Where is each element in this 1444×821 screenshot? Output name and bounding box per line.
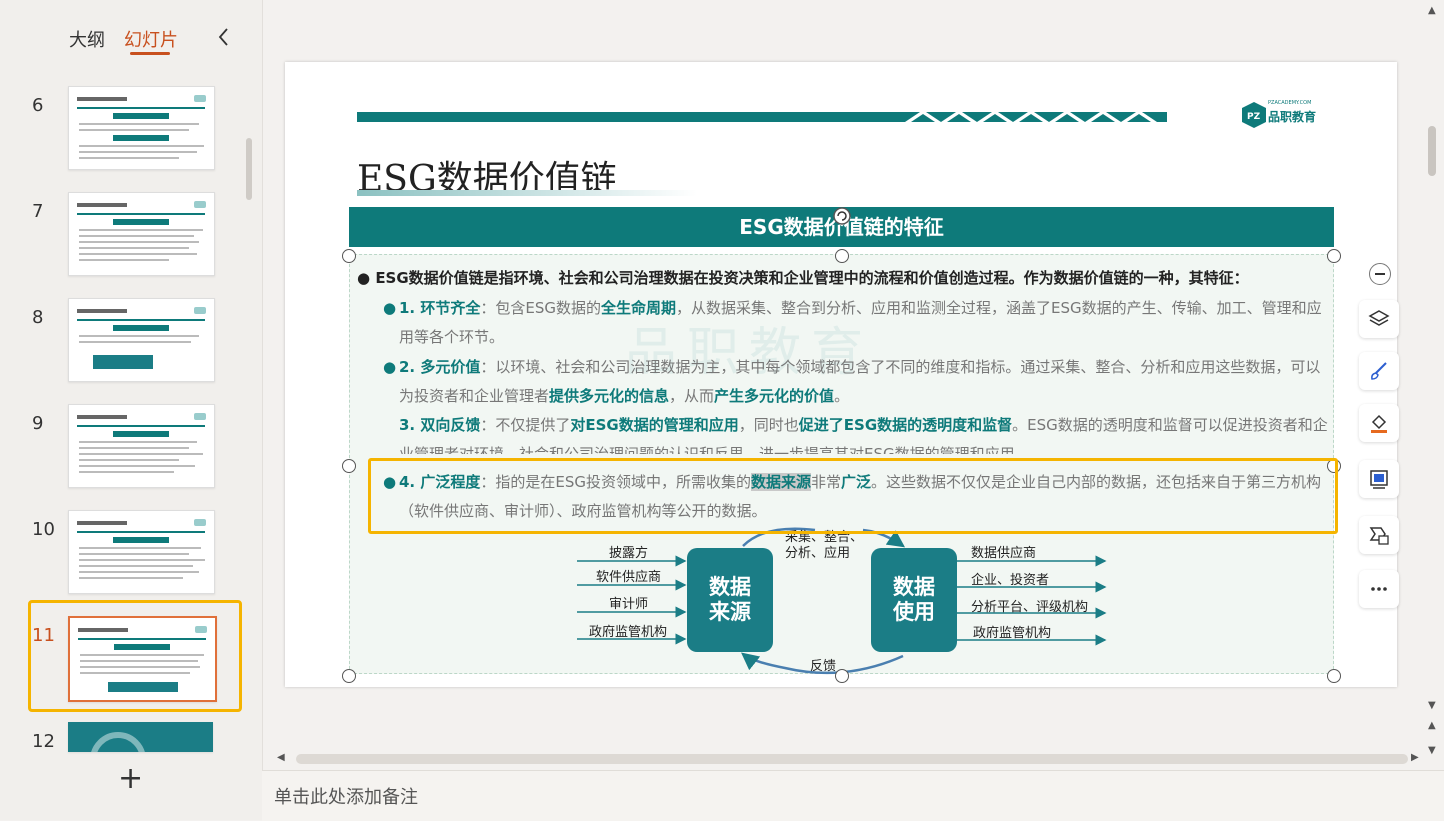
collapse-panel-button[interactable] [214,26,234,48]
slide-thumbnail-7[interactable] [68,192,215,276]
use-label: 政府监管机构 [973,626,1052,641]
next-slide-icon[interactable]: ▼ [1428,745,1436,756]
data-use-box: 数据使用 [871,548,957,652]
fill-color-button[interactable] [1359,404,1399,442]
slide-number: 6 [32,95,44,116]
slide-layout-button[interactable] [1359,460,1399,498]
arc-label-process: 采集、整合、 分析、应用 [785,530,863,562]
notes-pane[interactable]: 单击此处添加备注 [262,770,1444,821]
slide-thumbnail-9[interactable] [68,404,215,488]
notes-placeholder[interactable]: 单击此处添加备注 [274,783,418,809]
resize-handle[interactable] [342,249,356,263]
panel-scrollbar[interactable] [246,138,252,200]
format-brush-button[interactable] [1359,352,1399,390]
monitor-icon [1370,470,1388,489]
layers-button[interactable] [1359,300,1399,338]
slide-thumbnail-8[interactable] [68,298,215,382]
data-source-box: 数据来源 [687,548,773,652]
box-label: 数据使用 [893,575,935,624]
data-flow-diagram [577,527,1107,675]
tab-outline[interactable]: 大纲 [69,26,105,52]
prev-slide-icon[interactable]: ▲ [1428,720,1436,731]
resize-handle[interactable] [835,669,849,683]
slide-number: 7 [32,201,44,222]
slide-number: 10 [32,519,55,540]
slide-number: 8 [32,307,44,328]
slide-thumbnail-11[interactable] [68,616,217,702]
slide-number: 11 [32,625,55,646]
slide-thumbnail-6[interactable] [68,86,215,170]
source-label: 政府监管机构 [589,625,668,640]
active-tab-indicator [130,52,170,55]
annotation-highlight-box [368,458,1338,534]
scroll-up-icon[interactable]: ▲ [1428,5,1436,16]
slides-panel: 大纲 幻灯片 6 7 8 9 10 11 12 + [0,0,263,820]
use-label: 企业、投资者 [971,573,1050,588]
resize-handle[interactable] [835,249,849,263]
paint-bucket-icon [1371,414,1387,433]
use-label: 数据供应商 [971,546,1037,561]
slide-canvas[interactable]: PZ PZACADEMY.COM 品职教育 ESG数据价值链 ESG数据价值链的… [285,62,1397,687]
resize-handle[interactable] [1327,669,1341,683]
vertical-scrollbar[interactable] [1428,126,1436,176]
brush-icon [1371,362,1387,380]
source-label: 披露方 [609,546,649,561]
slide-thumbnail-12[interactable] [68,722,213,752]
rotate-handle-icon[interactable] [832,206,852,226]
arc-label-feedback: 反馈 [810,659,837,674]
use-label: 分析平台、评级机构 [971,600,1089,615]
scroll-down-icon[interactable]: ▼ [1428,700,1436,711]
more-icon [1371,587,1387,591]
box-label: 数据来源 [709,575,751,624]
slide-thumbnail-10[interactable] [68,510,215,594]
animation-icon [1369,527,1389,545]
scroll-right-icon[interactable]: ▶ [1411,752,1419,763]
tab-slides[interactable]: 幻灯片 [124,26,178,52]
animation-button[interactable] [1359,516,1399,554]
chevron-left-icon [218,28,228,46]
slide-number: 12 [32,731,55,752]
layers-icon [1368,310,1390,326]
resize-handle[interactable] [342,459,356,473]
arc-label-line: 分析、应用 [785,546,851,561]
zoom-out-button[interactable] [1369,263,1391,285]
resize-handle[interactable] [342,669,356,683]
resize-handle[interactable] [1327,249,1341,263]
horizontal-scrollbar[interactable] [296,754,1408,764]
source-label: 软件供应商 [596,570,662,585]
source-label: 审计师 [609,597,649,612]
slide-number: 9 [32,413,44,434]
add-slide-button[interactable]: + [118,764,143,794]
more-button[interactable] [1359,570,1399,608]
scroll-left-icon[interactable]: ◀ [277,752,285,763]
